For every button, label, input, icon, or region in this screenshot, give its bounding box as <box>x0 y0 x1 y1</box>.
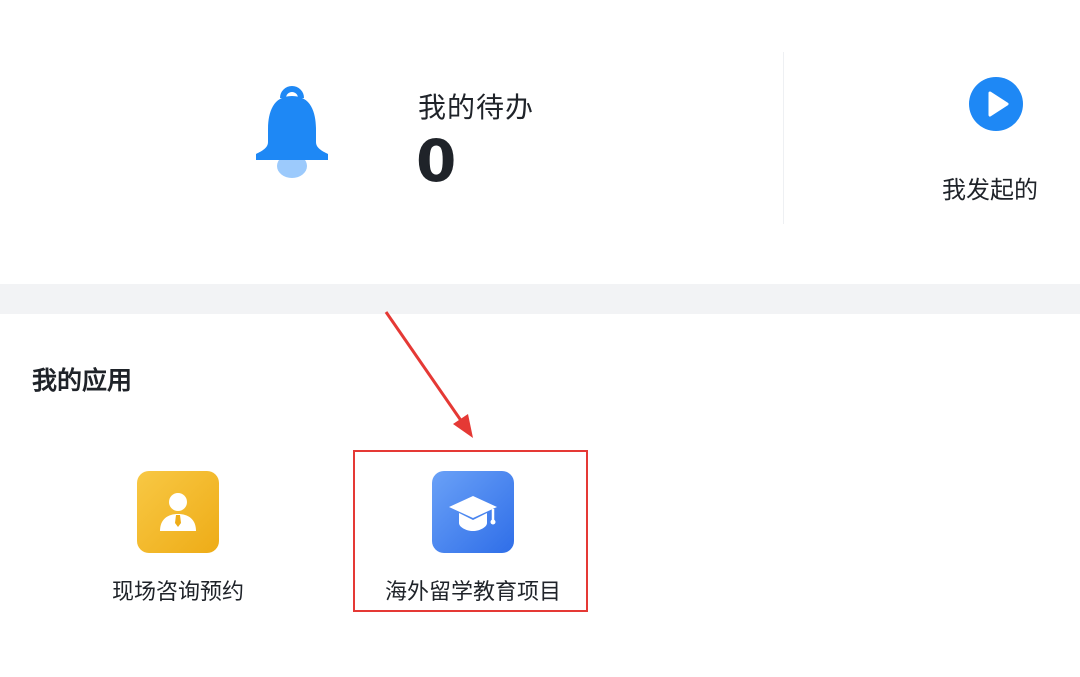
section-separator <box>0 284 1080 314</box>
workbench-page: 我的待办 0 我发起的 我的应用 现场咨询预约 海外留学教育项目 <box>0 0 1080 677</box>
graduation-cap-icon <box>432 471 514 553</box>
app-tile-overseas-study[interactable]: 海外留学教育项目 <box>373 471 573 621</box>
bell-icon <box>248 84 336 180</box>
apps-section-title: 我的应用 <box>32 366 133 395</box>
app-tile-onsite-consultation[interactable]: 现场咨询预约 <box>78 471 278 621</box>
play-icon <box>968 76 1024 132</box>
app-label: 现场咨询预约 <box>111 580 244 605</box>
app-label: 海外留学教育项目 <box>384 580 561 605</box>
summary-card: 我的待办 0 我发起的 <box>0 0 1080 284</box>
summary-divider <box>783 52 784 224</box>
todo-title: 我的待办 <box>418 91 535 124</box>
initiated-by-me-label: 我发起的 <box>942 176 1038 204</box>
todo-count[interactable]: 0 <box>416 132 456 190</box>
initiated-by-me-item[interactable]: 我发起的 <box>940 74 1052 204</box>
consultant-icon <box>137 471 219 553</box>
